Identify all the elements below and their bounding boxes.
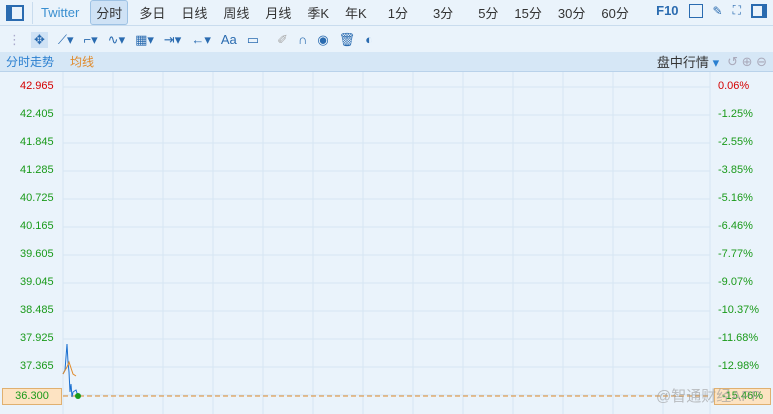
period-daily[interactable]: 日线 [176,1,212,24]
price-tick: 40.165 [20,220,54,232]
price-tick: 42.405 [20,108,54,120]
zoom-controls[interactable]: ↺ ⊕ ⊖ [727,54,767,70]
period-toolbar: Twitter 分时 多日 日线 周线 月线 季K 年K 1分 3分 5分 15… [0,0,773,26]
period-weekly[interactable]: 周线 [218,1,254,24]
move-icon[interactable]: ✥ [31,31,48,48]
eraser-icon[interactable]: ✐ [277,32,288,48]
legend-fenshi: 分时走势 [6,55,55,69]
price-tick: 38.485 [20,304,54,316]
price-tick: 37.365 [20,360,54,372]
chart-type-icon[interactable] [688,3,703,18]
sidebar-toggle-icon[interactable] [6,4,24,21]
pct-tick: -11.68% [718,332,759,344]
comment-icon[interactable]: ▭ [247,32,259,48]
trash-icon[interactable]: 🗑 [339,32,356,48]
price-tick: 40.725 [20,192,54,204]
pct-tick: -6.46% [718,220,753,232]
mode-dropdown[interactable]: 盘中行情 ▾ [657,52,719,71]
compare-icon[interactable]: ◐ [365,32,373,47]
pct-tick: -2.55% [718,136,753,148]
watermark: @智通财经APP [656,388,762,405]
arrow-tool-icon[interactable]: ←▾ [191,32,211,48]
period-3min[interactable]: 3分 [428,1,458,24]
period-monthly[interactable]: 月线 [260,1,296,24]
current-point [75,393,81,399]
price-tick: 37.925 [20,332,54,344]
legend-avg: 均线 [70,55,95,69]
price-tick: 41.285 [20,164,54,176]
legend-bar: 分时走势 均线 盘中行情 ▾ ↺ ⊕ ⊖ [0,52,773,72]
fullscreen-icon[interactable]: ⛶ [733,3,741,18]
polyline-tool-icon[interactable]: ⌐▾ [84,32,98,48]
price-tick: 41.845 [20,136,54,148]
period-multiday[interactable]: 多日 [134,1,170,24]
mode-label: 盘中行情 [656,55,709,70]
period-yearly[interactable]: 年K [340,1,372,24]
price-tick: 42.965 [20,80,54,92]
wave-tool-icon[interactable]: ∿▾ [108,32,125,48]
period-60min[interactable]: 60分 [596,1,633,24]
eye-icon[interactable]: ◉ [317,32,328,48]
fib-tool-icon[interactable]: ▦▾ [135,32,154,48]
brush-icon[interactable]: ✎ [713,4,723,18]
line-tool-icon[interactable]: ⟋▾ [58,32,74,48]
range-tool-icon[interactable]: ⇥▾ [164,32,181,48]
pct-tick: -7.77% [718,248,753,260]
divider [32,1,33,24]
intraday-chart[interactable]: 42.965 0.06% 42.405 -1.25% 41.845 -2.55% 41.28… [0,72,773,414]
period-1min[interactable]: 1分 [383,1,413,24]
price-tick: 39.045 [20,276,54,288]
pct-tick: -10.37% [718,304,759,316]
period-30min[interactable]: 30分 [553,1,590,24]
period-quarterly[interactable]: 季K [302,1,334,24]
magnet-icon[interactable]: ∩ [298,32,307,47]
pct-tick: -12.98% [718,360,759,372]
pct-tick: -9.07% [718,276,753,288]
pct-tick: -1.25% [718,108,753,120]
f10-button[interactable]: F10 [656,3,678,18]
text-tool-icon[interactable]: Aa [221,32,237,47]
period-fenshi[interactable]: 分时 [90,0,129,25]
drawing-toolbar: ⋮ ✥ ⟋▾ ⌐▾ ∿▾ ▦▾ ⇥▾ ←▾ Aa ▭ ✐ ∩ ◉ 🗑 ◐ [0,27,773,52]
period-5min[interactable]: 5分 [473,1,503,24]
period-15min[interactable]: 15分 [509,1,546,24]
panel-toggle-icon[interactable] [751,3,767,18]
pct-tick: -3.85% [718,164,753,176]
pct-tick: 0.06% [718,80,750,92]
current-price-tag: 36.300 [2,388,62,405]
chart-grid [62,72,711,414]
pct-tick: -5.16% [718,192,753,204]
price-tick: 39.605 [20,248,54,260]
drag-handle-icon[interactable]: ⋮ [8,32,21,48]
period-twitter[interactable]: Twitter [36,3,84,22]
